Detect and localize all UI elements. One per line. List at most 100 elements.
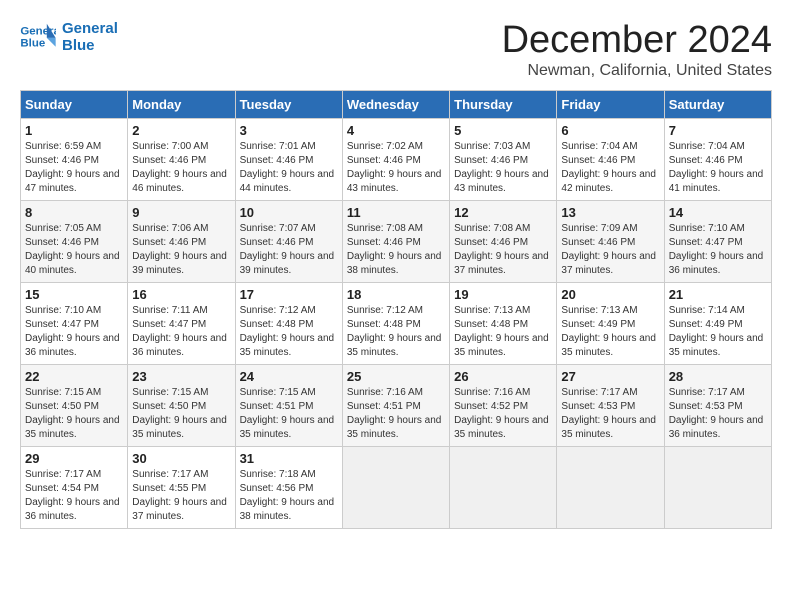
day-info: Sunrise: 7:02 AMSunset: 4:46 PMDaylight:… (347, 141, 442, 194)
day-info: Sunrise: 7:13 AMSunset: 4:48 PMDaylight:… (454, 305, 549, 358)
title-section: December 2024 Newman, California, United… (502, 20, 772, 80)
logo-line2: Blue (62, 37, 118, 54)
calendar-week-row: 1 Sunrise: 6:59 AMSunset: 4:46 PMDayligh… (21, 118, 772, 200)
calendar-cell: 16 Sunrise: 7:11 AMSunset: 4:47 PMDaylig… (128, 282, 235, 364)
day-info: Sunrise: 7:17 AMSunset: 4:54 PMDaylight:… (25, 469, 120, 522)
day-info: Sunrise: 7:05 AMSunset: 4:46 PMDaylight:… (25, 223, 120, 276)
day-info: Sunrise: 7:11 AMSunset: 4:47 PMDaylight:… (132, 305, 227, 358)
calendar-cell: 2 Sunrise: 7:00 AMSunset: 4:46 PMDayligh… (128, 118, 235, 200)
calendar-cell: 3 Sunrise: 7:01 AMSunset: 4:46 PMDayligh… (235, 118, 342, 200)
day-number: 24 (240, 369, 338, 384)
day-number: 16 (132, 287, 230, 302)
day-number: 15 (25, 287, 123, 302)
day-number: 8 (25, 205, 123, 220)
day-number: 21 (669, 287, 767, 302)
day-info: Sunrise: 7:04 AMSunset: 4:46 PMDaylight:… (561, 141, 656, 194)
calendar-cell (664, 446, 771, 528)
day-number: 3 (240, 123, 338, 138)
weekday-header-monday: Monday (128, 90, 235, 118)
day-number: 17 (240, 287, 338, 302)
day-info: Sunrise: 7:09 AMSunset: 4:46 PMDaylight:… (561, 223, 656, 276)
calendar-cell: 24 Sunrise: 7:15 AMSunset: 4:51 PMDaylig… (235, 364, 342, 446)
weekday-header-thursday: Thursday (450, 90, 557, 118)
svg-text:Blue: Blue (20, 38, 45, 50)
main-title: December 2024 (502, 20, 772, 62)
day-info: Sunrise: 7:15 AMSunset: 4:50 PMDaylight:… (132, 387, 227, 440)
calendar-cell: 17 Sunrise: 7:12 AMSunset: 4:48 PMDaylig… (235, 282, 342, 364)
day-number: 4 (347, 123, 445, 138)
day-info: Sunrise: 7:17 AMSunset: 4:53 PMDaylight:… (669, 387, 764, 440)
day-number: 12 (454, 205, 552, 220)
day-info: Sunrise: 7:12 AMSunset: 4:48 PMDaylight:… (240, 305, 335, 358)
header: General Blue General Blue December 2024 … (20, 20, 772, 80)
calendar-week-row: 22 Sunrise: 7:15 AMSunset: 4:50 PMDaylig… (21, 364, 772, 446)
day-info: Sunrise: 7:13 AMSunset: 4:49 PMDaylight:… (561, 305, 656, 358)
calendar-cell: 31 Sunrise: 7:18 AMSunset: 4:56 PMDaylig… (235, 446, 342, 528)
day-number: 20 (561, 287, 659, 302)
subtitle: Newman, California, United States (502, 62, 772, 80)
calendar-cell: 26 Sunrise: 7:16 AMSunset: 4:52 PMDaylig… (450, 364, 557, 446)
calendar-cell (342, 446, 449, 528)
day-number: 13 (561, 205, 659, 220)
calendar-cell: 25 Sunrise: 7:16 AMSunset: 4:51 PMDaylig… (342, 364, 449, 446)
day-number: 14 (669, 205, 767, 220)
calendar-cell: 19 Sunrise: 7:13 AMSunset: 4:48 PMDaylig… (450, 282, 557, 364)
weekday-header-friday: Friday (557, 90, 664, 118)
calendar-cell: 12 Sunrise: 7:08 AMSunset: 4:46 PMDaylig… (450, 200, 557, 282)
day-info: Sunrise: 7:08 AMSunset: 4:46 PMDaylight:… (347, 223, 442, 276)
day-number: 23 (132, 369, 230, 384)
calendar-cell: 7 Sunrise: 7:04 AMSunset: 4:46 PMDayligh… (664, 118, 771, 200)
day-info: Sunrise: 7:01 AMSunset: 4:46 PMDaylight:… (240, 141, 335, 194)
day-number: 25 (347, 369, 445, 384)
day-info: Sunrise: 6:59 AMSunset: 4:46 PMDaylight:… (25, 141, 120, 194)
day-number: 7 (669, 123, 767, 138)
calendar-cell: 14 Sunrise: 7:10 AMSunset: 4:47 PMDaylig… (664, 200, 771, 282)
calendar-cell: 9 Sunrise: 7:06 AMSunset: 4:46 PMDayligh… (128, 200, 235, 282)
day-number: 28 (669, 369, 767, 384)
day-info: Sunrise: 7:12 AMSunset: 4:48 PMDaylight:… (347, 305, 442, 358)
day-number: 31 (240, 451, 338, 466)
weekday-header-tuesday: Tuesday (235, 90, 342, 118)
day-number: 2 (132, 123, 230, 138)
calendar-cell: 11 Sunrise: 7:08 AMSunset: 4:46 PMDaylig… (342, 200, 449, 282)
calendar-week-row: 8 Sunrise: 7:05 AMSunset: 4:46 PMDayligh… (21, 200, 772, 282)
day-info: Sunrise: 7:10 AMSunset: 4:47 PMDaylight:… (25, 305, 120, 358)
calendar-cell (557, 446, 664, 528)
calendar-cell: 15 Sunrise: 7:10 AMSunset: 4:47 PMDaylig… (21, 282, 128, 364)
day-number: 19 (454, 287, 552, 302)
calendar-cell (450, 446, 557, 528)
calendar-cell: 8 Sunrise: 7:05 AMSunset: 4:46 PMDayligh… (21, 200, 128, 282)
day-info: Sunrise: 7:17 AMSunset: 4:53 PMDaylight:… (561, 387, 656, 440)
day-info: Sunrise: 7:06 AMSunset: 4:46 PMDaylight:… (132, 223, 227, 276)
calendar-week-row: 29 Sunrise: 7:17 AMSunset: 4:54 PMDaylig… (21, 446, 772, 528)
calendar-cell: 23 Sunrise: 7:15 AMSunset: 4:50 PMDaylig… (128, 364, 235, 446)
day-info: Sunrise: 7:00 AMSunset: 4:46 PMDaylight:… (132, 141, 227, 194)
calendar-cell: 29 Sunrise: 7:17 AMSunset: 4:54 PMDaylig… (21, 446, 128, 528)
day-info: Sunrise: 7:10 AMSunset: 4:47 PMDaylight:… (669, 223, 764, 276)
calendar-cell: 30 Sunrise: 7:17 AMSunset: 4:55 PMDaylig… (128, 446, 235, 528)
calendar-cell: 28 Sunrise: 7:17 AMSunset: 4:53 PMDaylig… (664, 364, 771, 446)
calendar-table: SundayMondayTuesdayWednesdayThursdayFrid… (20, 90, 772, 529)
day-info: Sunrise: 7:16 AMSunset: 4:51 PMDaylight:… (347, 387, 442, 440)
day-info: Sunrise: 7:15 AMSunset: 4:51 PMDaylight:… (240, 387, 335, 440)
day-number: 6 (561, 123, 659, 138)
day-number: 10 (240, 205, 338, 220)
day-number: 1 (25, 123, 123, 138)
weekday-header-saturday: Saturday (664, 90, 771, 118)
day-number: 9 (132, 205, 230, 220)
day-number: 18 (347, 287, 445, 302)
logo: General Blue General Blue (20, 20, 118, 54)
calendar-cell: 1 Sunrise: 6:59 AMSunset: 4:46 PMDayligh… (21, 118, 128, 200)
weekday-header-row: SundayMondayTuesdayWednesdayThursdayFrid… (21, 90, 772, 118)
calendar-cell: 21 Sunrise: 7:14 AMSunset: 4:49 PMDaylig… (664, 282, 771, 364)
weekday-header-wednesday: Wednesday (342, 90, 449, 118)
day-info: Sunrise: 7:04 AMSunset: 4:46 PMDaylight:… (669, 141, 764, 194)
day-info: Sunrise: 7:08 AMSunset: 4:46 PMDaylight:… (454, 223, 549, 276)
day-info: Sunrise: 7:17 AMSunset: 4:55 PMDaylight:… (132, 469, 227, 522)
calendar-week-row: 15 Sunrise: 7:10 AMSunset: 4:47 PMDaylig… (21, 282, 772, 364)
calendar-cell: 13 Sunrise: 7:09 AMSunset: 4:46 PMDaylig… (557, 200, 664, 282)
calendar-cell: 5 Sunrise: 7:03 AMSunset: 4:46 PMDayligh… (450, 118, 557, 200)
calendar-cell: 10 Sunrise: 7:07 AMSunset: 4:46 PMDaylig… (235, 200, 342, 282)
day-info: Sunrise: 7:03 AMSunset: 4:46 PMDaylight:… (454, 141, 549, 194)
day-number: 26 (454, 369, 552, 384)
